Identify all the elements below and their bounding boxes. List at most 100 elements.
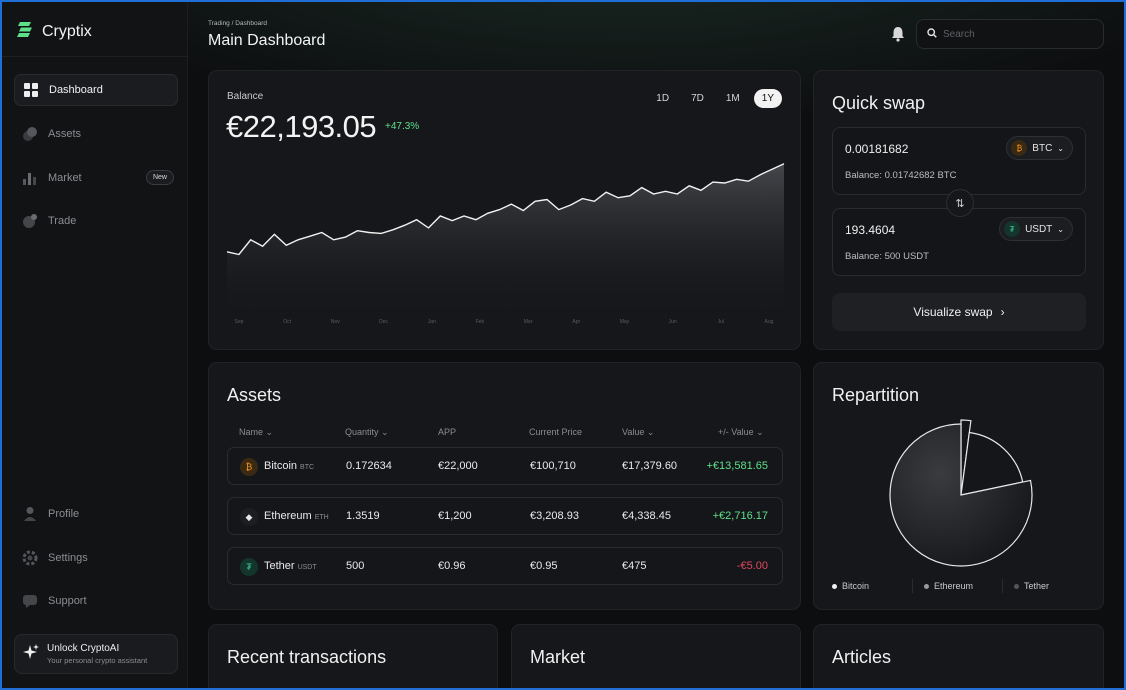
btc-icon: ₿	[1011, 140, 1028, 156]
unlock-title: Unlock CryptoAI	[47, 643, 120, 654]
range-7d-button[interactable]: 7D	[683, 89, 712, 108]
legend-label: Tether	[1024, 581, 1050, 591]
asset-value: €17,379.60	[622, 460, 678, 472]
sidebar-item-label: Support	[48, 595, 87, 607]
assets-title: Assets	[227, 385, 282, 405]
asset-value: €475	[622, 560, 647, 572]
sidebar-item-dashboard[interactable]: Dashboard	[14, 74, 178, 106]
chevron-down-icon: ⌄	[1057, 143, 1064, 153]
swap-from-amount[interactable]: 0.00181682	[845, 142, 908, 156]
sidebar-divider	[2, 56, 188, 57]
x-tick-label: Mar	[524, 319, 533, 325]
table-row[interactable]: ◆ Ethereum ETH 1.3519 €1,200 €3,208.93 €4…	[227, 497, 783, 535]
balance-change: +47.3%	[385, 121, 420, 132]
balance-value: €22,193.05	[226, 109, 377, 144]
chevron-down-icon: ⌄	[1057, 224, 1064, 234]
col-change-header[interactable]: +/- Value ⌄	[718, 427, 764, 438]
chevron-right-icon: ›	[1000, 305, 1005, 319]
asset-quantity: 500	[346, 560, 365, 572]
x-tick-label: Apr	[572, 319, 580, 325]
app: Cryptix Dashboard Assets Market New Trad…	[2, 2, 1124, 688]
x-tick-label: Sep	[235, 319, 244, 325]
user-icon	[22, 506, 38, 522]
eth-icon: ◆	[240, 508, 258, 526]
asset-name: Bitcoin BTC	[264, 460, 315, 472]
col-value-header[interactable]: Value ⌄	[622, 427, 654, 438]
unlock-subtitle: Your personal crypto assistant	[47, 656, 148, 665]
range-1y-button[interactable]: 1Y	[753, 89, 782, 108]
swap-direction-button[interactable]: ⇅	[946, 189, 974, 217]
swap-to-box[interactable]: 193.4604 Balance: 500 USDT ₮ USDT ⌄	[832, 208, 1086, 276]
asset-app: €22,000	[438, 460, 478, 472]
legend-ethereum: Ethereum	[924, 581, 973, 591]
asset-price: €3,208.93	[530, 510, 579, 522]
visualize-swap-button[interactable]: Visualize swap ›	[832, 293, 1086, 331]
legend-bitcoin: Bitcoin	[832, 581, 869, 591]
asset-change: +€13,581.65	[706, 460, 768, 472]
x-tick-label: Oct	[283, 319, 291, 325]
app-name: Cryptix	[42, 22, 92, 40]
col-price-header: Current Price	[529, 427, 583, 437]
x-tick-label: Dec	[379, 319, 388, 325]
legend-dot	[832, 583, 837, 589]
grid-icon	[23, 82, 39, 98]
sidebar-item-assets[interactable]: Assets	[14, 118, 178, 150]
col-quantity-header[interactable]: Quantity ⌄	[345, 427, 389, 438]
x-tick-label: May	[620, 319, 630, 325]
market-card: Market	[511, 624, 801, 688]
sidebar: Cryptix Dashboard Assets Market New Trad…	[2, 2, 188, 688]
asset-value: €4,338.45	[622, 510, 671, 522]
table-row[interactable]: ₮ Tether USDT 500 €0.96 €0.95 €475 -€5.00	[227, 547, 783, 585]
range-1d-button[interactable]: 1D	[648, 89, 677, 108]
col-name-header[interactable]: Name ⌄	[239, 427, 273, 438]
asset-change: -€5.00	[736, 560, 768, 572]
search-input[interactable]: Search	[916, 19, 1104, 49]
table-row[interactable]: ₿ Bitcoin BTC 0.172634 €22,000 €100,710 €…	[227, 447, 783, 485]
x-tick-label: Jan	[428, 319, 436, 325]
search-icon	[927, 27, 937, 41]
swap-arrows-icon: ⇅	[955, 197, 965, 210]
sidebar-item-label: Dashboard	[49, 84, 103, 96]
sidebar-item-market[interactable]: Market New	[14, 162, 178, 194]
x-tick-label: Jul	[718, 319, 724, 325]
notification-bell-icon[interactable]	[891, 26, 905, 47]
to-token-label: USDT	[1025, 223, 1053, 235]
sidebar-item-support[interactable]: Support	[14, 585, 178, 617]
gear-icon	[22, 550, 38, 566]
unlock-cryptoai-button[interactable]: Unlock CryptoAI Your personal crypto ass…	[14, 634, 178, 674]
to-token-select[interactable]: ₮ USDT ⌄	[999, 217, 1073, 241]
pie-slice-bitcoin[interactable]	[889, 423, 1033, 567]
repartition-title: Repartition	[832, 385, 920, 405]
usdt-icon: ₮	[240, 558, 258, 576]
recent-transactions-title: Recent transactions	[227, 647, 387, 667]
legend-label: Bitcoin	[842, 581, 870, 591]
x-tick-label: Feb	[476, 319, 485, 325]
x-tick-label: Jun	[669, 319, 677, 325]
asset-price: €0.95	[530, 560, 558, 572]
legend-dot	[1014, 583, 1019, 589]
logo[interactable]: Cryptix	[16, 20, 92, 43]
swap-to-amount[interactable]: 193.4604	[845, 223, 895, 237]
breadcrumb: Trading / Dashboard	[208, 20, 268, 27]
legend-label: Ethereum	[934, 581, 974, 591]
asset-price: €100,710	[530, 460, 576, 472]
articles-title: Articles	[832, 647, 892, 667]
x-tick-label: Aug	[765, 319, 774, 325]
range-1m-button[interactable]: 1M	[718, 89, 748, 108]
sidebar-item-profile[interactable]: Profile	[14, 498, 178, 530]
bar-chart-icon	[22, 170, 38, 186]
unlock-text: Unlock CryptoAI Your personal crypto ass…	[47, 643, 147, 665]
sidebar-item-settings[interactable]: Settings	[14, 542, 178, 574]
col-app-header: APP	[438, 427, 457, 437]
x-tick-label: Nov	[331, 319, 340, 325]
swap-from-box[interactable]: 0.00181682 Balance: 0.01742682 BTC ₿ BTC…	[832, 127, 1086, 195]
sidebar-item-label: Trade	[48, 215, 77, 227]
legend-dot	[924, 583, 929, 589]
coins-icon	[22, 126, 38, 142]
sidebar-item-trade[interactable]: Trade	[14, 205, 178, 237]
page-title: Main Dashboard	[208, 32, 326, 49]
legend-tether: Tether	[1014, 581, 1049, 591]
from-token-select[interactable]: ₿ BTC ⌄	[1006, 136, 1073, 160]
asset-name: Ethereum ETH	[264, 510, 329, 522]
asset-quantity: 1.3519	[346, 510, 380, 522]
